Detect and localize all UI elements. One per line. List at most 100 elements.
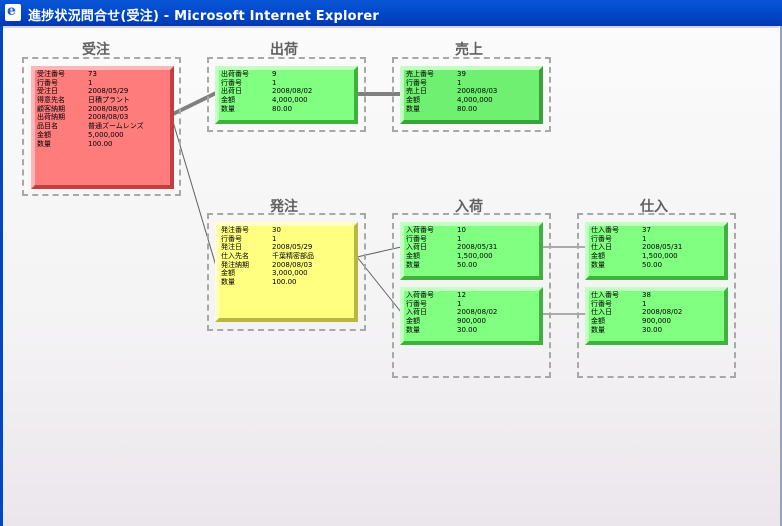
field-label: 発注日 [221, 243, 242, 252]
card-field-row: 入荷日 2008/08/02 [404, 308, 539, 317]
card-field-row: 仕入日 2008/05/31 [589, 243, 724, 252]
field-label: 入荷日 [406, 243, 427, 252]
field-value: 2008/05/31 [457, 243, 498, 252]
field-value: 1 [457, 234, 462, 243]
card-field-row: 数量 30.00 [589, 326, 724, 335]
field-value: 80.00 [272, 104, 293, 113]
card-uriage[interactable]: 売上番号 39 行番号 1 売上日 2008/08/03 金額 4,000,000 数量 80.0… [400, 66, 543, 124]
field-value: 30.00 [642, 325, 663, 334]
card-field-row: 受注日 2008/05/29 [35, 87, 170, 96]
field-value: 12 [457, 291, 466, 299]
field-label: 売上番号 [406, 70, 434, 78]
field-label: 金額 [37, 130, 51, 139]
card-nyuka-1[interactable]: 入荷番号 10 行番号 1 入荷日 2008/05/31 金額 1,500,000 数量 50.0… [400, 222, 543, 280]
field-value: 千葉精密部品 [272, 252, 314, 261]
card-field-row: 金額 4,000,000 [219, 96, 354, 105]
field-value: 2008/08/02 [272, 87, 313, 96]
field-value: 50.00 [457, 260, 478, 269]
field-value: 900,000 [642, 317, 671, 326]
card-field-row: 金額 1,500,000 [589, 252, 724, 261]
card-field-row: 出荷番号 9 [219, 70, 354, 79]
group-title-shukka: 出荷 [270, 42, 298, 58]
card-field-row: 入荷日 2008/05/31 [404, 243, 539, 252]
card-field-row: 金額 1,500,000 [404, 252, 539, 261]
field-value: 1 [272, 234, 277, 243]
card-shiire-2[interactable]: 仕入番号 38 行番号 1 仕入日 2008/08/02 金額 900,000 数量 30.00 [585, 287, 728, 345]
field-label: 仕入番号 [591, 291, 619, 299]
field-label: 仕入先名 [221, 252, 249, 261]
field-value: 4,000,000 [457, 96, 493, 105]
field-value: 2008/08/02 [457, 308, 498, 317]
field-value: 39 [457, 70, 466, 78]
field-value: 900,000 [457, 317, 486, 326]
field-label: 売上日 [406, 87, 427, 96]
card-field-row: 仕入番号 37 [589, 226, 724, 235]
card-shukka[interactable]: 出荷番号 9 行番号 1 出荷日 2008/08/02 金額 4,000,000 数量 80.00 [215, 66, 358, 124]
field-value: 2008/08/02 [642, 308, 683, 317]
ie-page-icon[interactable]: e [5, 3, 21, 21]
field-value: 37 [642, 226, 651, 234]
field-label: 数量 [221, 104, 235, 113]
card-field-row: 数量 50.00 [404, 261, 539, 270]
card-field-row: 数量 50.00 [589, 261, 724, 270]
field-value: 2008/08/03 [272, 260, 313, 269]
card-field-row: 数量 80.00 [219, 105, 354, 114]
field-value: 1,500,000 [642, 252, 678, 261]
card-field-row: 売上番号 39 [404, 70, 539, 79]
card-field-row: 受注番号 73 [35, 70, 170, 79]
field-value: 1,500,000 [457, 252, 493, 261]
field-label: 出荷納期 [37, 113, 65, 122]
card-juchu[interactable]: 受注番号 73 行番号 1 受注日 2008/05/29 得意先名 日積プラント 顧客納期 200… [31, 66, 174, 189]
field-label: 数量 [406, 260, 420, 269]
field-label: 数量 [37, 139, 51, 148]
field-label: 金額 [221, 96, 235, 105]
card-field-row: 仕入番号 38 [589, 291, 724, 300]
field-value: 2008/05/29 [88, 87, 129, 96]
field-value: 2008/08/03 [88, 113, 129, 122]
field-value: 1 [272, 78, 277, 87]
field-value: 73 [88, 70, 97, 78]
field-value: 2008/05/29 [272, 243, 313, 252]
card-field-row: 発注納期 2008/08/03 [219, 261, 354, 270]
field-value: 3,000,000 [272, 269, 308, 278]
field-label: 仕入番号 [591, 226, 619, 234]
field-value: 普通ズームレンズ [88, 122, 144, 131]
field-value: 10 [457, 226, 466, 234]
field-value: 30.00 [457, 325, 478, 334]
card-hacchu[interactable]: 発注番号 30 行番号 1 発注日 2008/05/29 仕入先名 千葉精密部品 発注納期 200… [215, 222, 358, 322]
group-title-uriage: 売上 [455, 42, 483, 58]
field-label: 数量 [406, 325, 420, 334]
field-value: 30 [272, 226, 281, 234]
field-value: 80.00 [457, 104, 478, 113]
field-value: 1 [642, 299, 647, 308]
card-field-row: 仕入日 2008/08/02 [589, 308, 724, 317]
field-value: 100.00 [272, 278, 297, 287]
page-content: 受注 受注番号 73 行番号 1 受注日 2008/05/29 得意先名 日積プラント 顧客納期… [0, 26, 782, 526]
card-field-row: 数量 30.00 [404, 326, 539, 335]
field-label: 入荷番号 [406, 226, 434, 234]
card-shiire-1[interactable]: 仕入番号 37 行番号 1 仕入日 2008/05/31 金額 1,500,000 数量 50.0… [585, 222, 728, 280]
card-field-row: 数量 100.00 [35, 140, 170, 149]
field-label: 出荷番号 [221, 70, 249, 78]
card-field-row: 出荷日 2008/08/02 [219, 87, 354, 96]
group-title-juchu: 受注 [82, 42, 110, 58]
card-field-row: 売上日 2008/08/03 [404, 87, 539, 96]
field-value: 38 [642, 291, 651, 299]
card-field-row: 出荷納期 2008/08/03 [35, 113, 170, 122]
field-label: 金額 [591, 252, 605, 261]
field-label: 入荷番号 [406, 291, 434, 299]
card-nyuka-2[interactable]: 入荷番号 12 行番号 1 入荷日 2008/08/02 金額 900,000 数量 30.00 [400, 287, 543, 345]
card-field-row: 金額 5,000,000 [35, 131, 170, 140]
field-label: 金額 [406, 317, 420, 326]
field-value: 1 [457, 78, 462, 87]
field-value: 1 [457, 299, 462, 308]
field-value: 日積プラント [88, 96, 130, 105]
card-field-row: 金額 4,000,000 [404, 96, 539, 105]
card-field-row: 発注日 2008/05/29 [219, 243, 354, 252]
card-field-row: 得意先名 日積プラント [35, 96, 170, 105]
field-label: 得意先名 [37, 96, 65, 105]
field-label: 金額 [406, 252, 420, 261]
field-label: 金額 [591, 317, 605, 326]
card-field-row: 発注番号 30 [219, 226, 354, 235]
card-field-row: 金額 3,000,000 [219, 269, 354, 278]
